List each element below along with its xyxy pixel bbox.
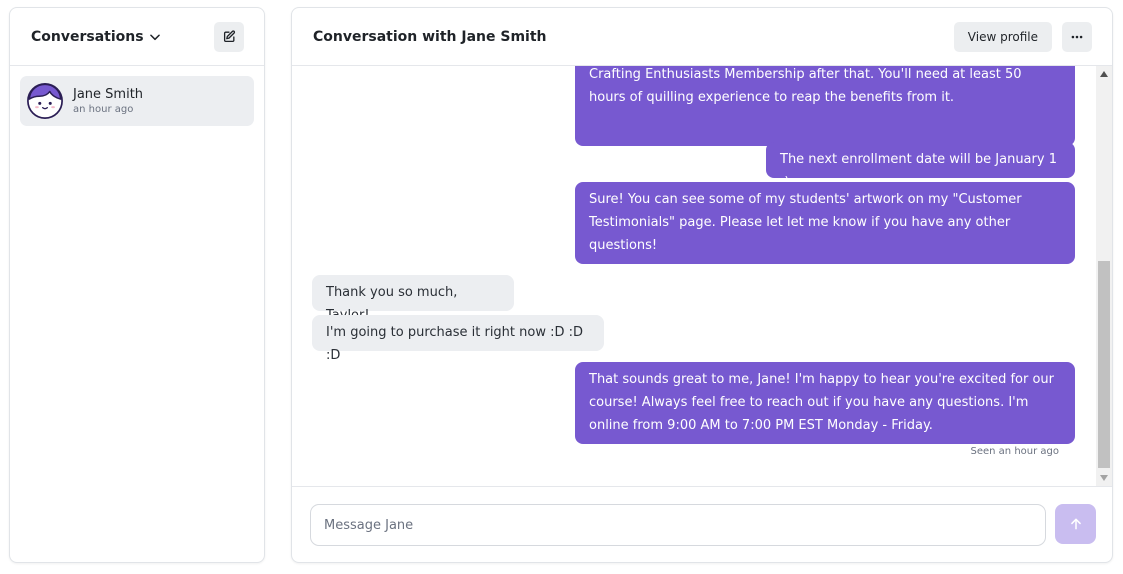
- more-horizontal-icon: [1071, 35, 1083, 38]
- message-composer: [292, 486, 1112, 562]
- triangle-up-icon: [1100, 71, 1108, 77]
- chevron-down-icon: [149, 33, 160, 40]
- conversation-text: Jane Smith an hour ago: [73, 87, 143, 115]
- message-list: Crafting Enthusiasts Membership after th…: [292, 66, 1097, 486]
- message-incoming: Thank you so much, Taylor!: [312, 275, 514, 323]
- compose-button[interactable]: [214, 21, 244, 52]
- sidebar-title: Conversations: [31, 28, 144, 45]
- chat-panel: Conversation with Jane Smith View profil…: [291, 7, 1113, 563]
- seen-status: Seen an hour ago: [970, 446, 1060, 457]
- triangle-down-icon: [1100, 475, 1108, 481]
- message-incoming: I'm going to purchase it right now :D :D…: [312, 315, 604, 363]
- message-outgoing: That sounds great to me, Jane! I'm happy…: [575, 362, 1075, 444]
- arrow-up-icon: [1070, 518, 1081, 530]
- message-input[interactable]: [310, 504, 1046, 546]
- compose-icon: [223, 30, 235, 43]
- message-scrollbar[interactable]: [1096, 66, 1112, 486]
- more-button[interactable]: [1062, 21, 1092, 52]
- conversations-dropdown[interactable]: Conversations: [31, 29, 162, 45]
- chat-title: Conversation with Jane Smith: [313, 28, 547, 45]
- sidebar-header: Conversations: [10, 8, 264, 66]
- message-outgoing: Sure! You can see some of my students' a…: [575, 182, 1075, 264]
- view-profile-button[interactable]: View profile: [953, 21, 1052, 52]
- scroll-up-arrow[interactable]: [1096, 66, 1112, 82]
- conversations-sidebar: Conversations Jane Smith an hour ago: [9, 7, 265, 563]
- chat-header: Conversation with Jane Smith View profil…: [292, 8, 1112, 66]
- scroll-down-arrow[interactable]: [1096, 470, 1112, 486]
- scroll-thumb[interactable]: [1098, 261, 1110, 468]
- conversation-name: Jane Smith: [73, 87, 144, 102]
- message-outgoing: Crafting Enthusiasts Membership after th…: [575, 66, 1075, 146]
- header-actions: View profile: [953, 21, 1092, 52]
- conversation-time: an hour ago: [73, 104, 134, 115]
- avatar: [27, 83, 63, 119]
- message-outgoing: The next enrollment date will be January…: [766, 142, 1075, 190]
- send-button[interactable]: [1055, 504, 1096, 544]
- conversation-item-jane-smith[interactable]: Jane Smith an hour ago: [20, 76, 254, 126]
